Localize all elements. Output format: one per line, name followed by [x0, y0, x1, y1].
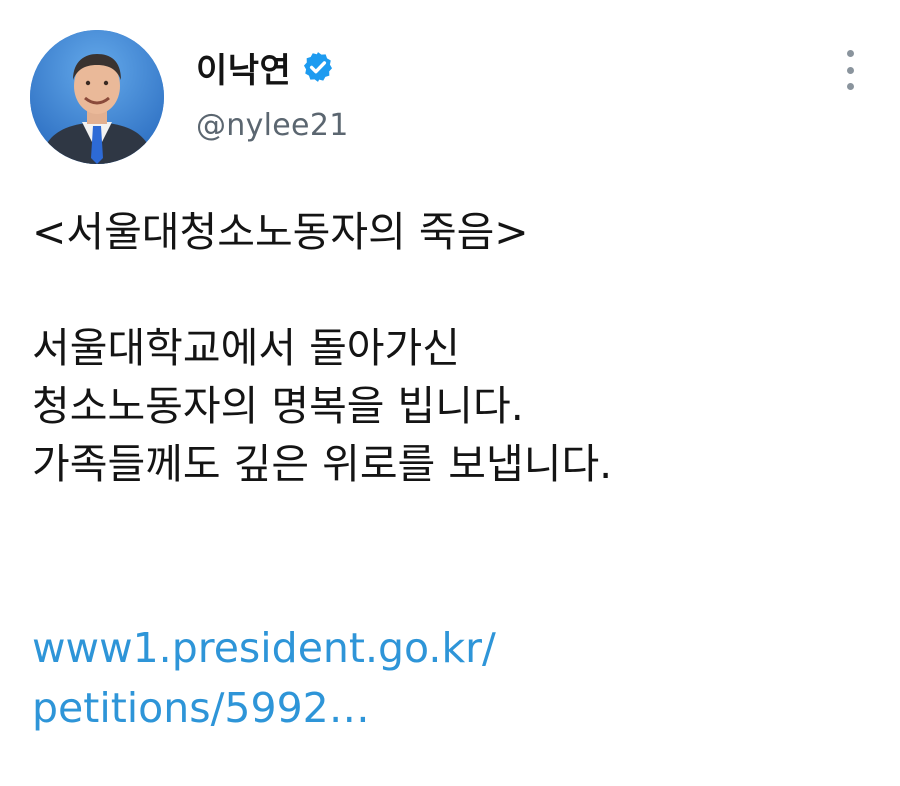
tweet-text-line: 서울대학교에서 돌아가신 [32, 324, 460, 372]
tweet-link-line[interactable]: petitions/5992… [32, 678, 496, 738]
author-display-name[interactable]: 이낙연 [196, 43, 291, 92]
tweet-link-line[interactable]: www1.president.go.kr/ [32, 618, 496, 678]
tweet-link[interactable]: www1.president.go.kr/ petitions/5992… [32, 618, 496, 738]
author-handle[interactable]: @nylee21 [196, 108, 349, 143]
more-vertical-icon[interactable] [834, 50, 866, 90]
tweet-text: <서울대청소노동자의 죽음> 서울대학교에서 돌아가신 청소노동자의 명복을 빕… [32, 203, 872, 493]
tweet-title-line: <서울대청소노동자의 죽음> [32, 208, 529, 256]
tweet-text-line: 청소노동자의 명복을 빕니다. [32, 382, 524, 430]
tweet-header: 이낙연 @nylee21 [0, 0, 900, 180]
menu-dot [846, 83, 854, 90]
menu-dot [846, 66, 854, 74]
verified-badge-icon [304, 52, 333, 82]
menu-dot [846, 50, 854, 57]
avatar[interactable] [30, 30, 164, 164]
author-name-row: 이낙연 [196, 42, 335, 92]
tweet-card: 이낙연 @nylee21 <서울대청소노동자의 죽음> 서울대학교에서 돌아가신… [0, 0, 900, 786]
tweet-text-line: 가족들께도 깊은 위로를 보냅니다. [32, 440, 613, 488]
